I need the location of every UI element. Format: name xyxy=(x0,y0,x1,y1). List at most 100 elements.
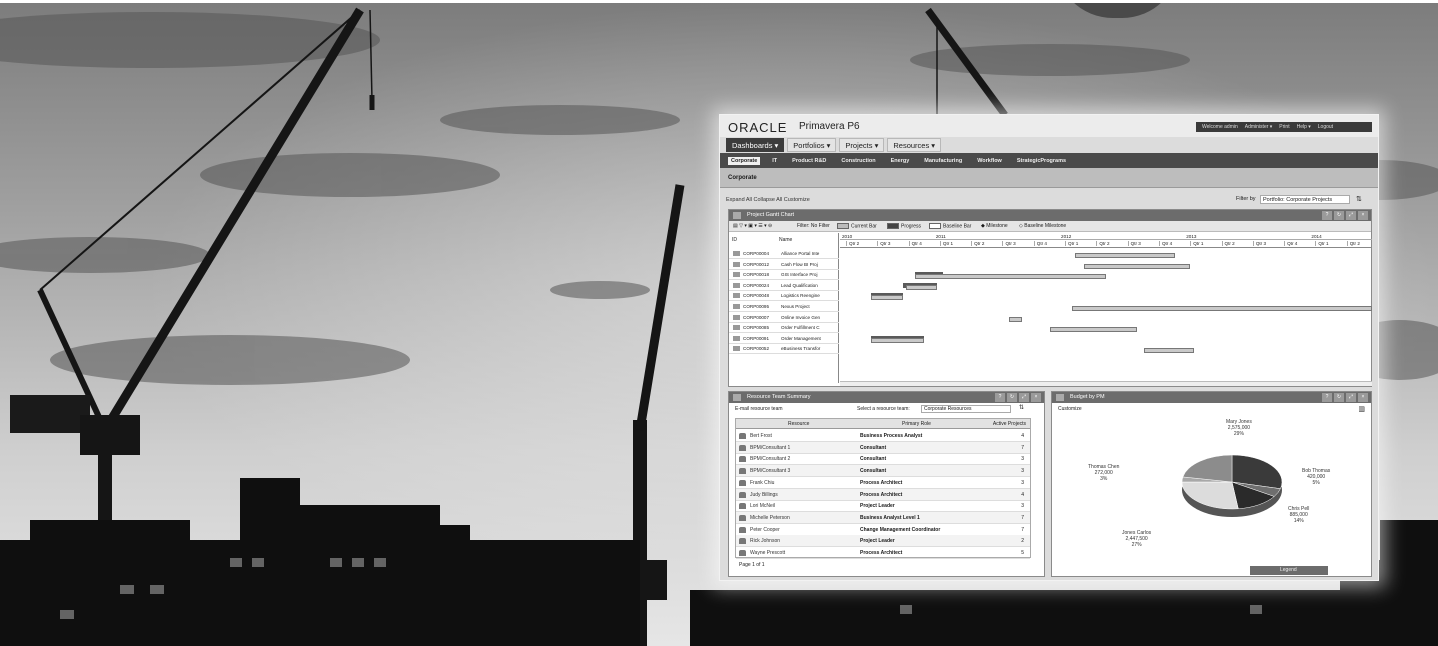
gantt-horizontal-scrollbar[interactable] xyxy=(840,381,1372,386)
refresh-icon[interactable]: ↻ xyxy=(1334,211,1344,220)
gantt-year-scale: 2010 2011 2012 2013 2014 xyxy=(840,233,1372,240)
resource-name[interactable]: Judy Billings xyxy=(750,492,778,498)
resource-name[interactable]: Rick Johnson xyxy=(750,538,780,544)
gantt-row[interactable]: CORP00012 Cash Flow BI Proj xyxy=(729,260,839,270)
portlet-header: Resource Team Summary ? ↻ ⤢ × xyxy=(729,392,1044,403)
chart-tools-icon[interactable]: ▥ xyxy=(1358,405,1365,413)
active-projects-count: 7 xyxy=(1021,444,1024,451)
logout-link[interactable]: Logout xyxy=(1318,124,1333,130)
gantt-row[interactable]: CORP00095 Nexus Project xyxy=(729,302,839,312)
resource-name[interactable]: BPM/Consultant 2 xyxy=(750,456,790,462)
tab-product-rd[interactable]: Product R&D xyxy=(789,157,829,165)
resource-row[interactable]: Lori McNeil Project Leader 3 xyxy=(736,500,1030,513)
resource-name[interactable]: Peter Cooper xyxy=(750,527,780,533)
gantt-row[interactable]: CORP00018 GIS Interface Proj xyxy=(729,270,839,281)
gantt-tool-icons[interactable]: ▤ ▽ ▾ ▣ ▾ ☰ ▾ ⊖ xyxy=(733,223,772,229)
filter-icon[interactable]: ⇅ xyxy=(1356,195,1362,203)
menu-resources[interactable]: Resources ▾ xyxy=(887,138,942,152)
gantt-row[interactable]: CORP00024 Lead Qualification xyxy=(729,281,839,291)
gantt-baseline-bar[interactable] xyxy=(905,284,937,290)
gantt-baseline-bar[interactable] xyxy=(1049,327,1138,333)
tab-it[interactable]: IT xyxy=(769,157,780,165)
resource-row[interactable]: Michelle Peterson Business Analyst Level … xyxy=(736,511,1030,524)
pie-slice-label: Mary Jones 2,575,000 29% xyxy=(1226,419,1252,437)
pie-slice[interactable] xyxy=(1182,454,1233,483)
tab-corporate[interactable]: Corporate xyxy=(728,156,761,165)
column-header-primary-role[interactable]: Primary Role xyxy=(902,421,931,427)
menu-dashboards[interactable]: Dashboards ▾ xyxy=(726,138,785,152)
resource-name[interactable]: Lori McNeil xyxy=(750,503,775,509)
gantt-baseline-bar[interactable] xyxy=(1143,348,1194,354)
gantt-filter[interactable]: Filter: No Filter xyxy=(797,223,830,229)
expand-collapse-links[interactable]: Expand All Collapse All Customize xyxy=(726,197,810,203)
email-resource-team-link[interactable]: E-mail resource team xyxy=(735,406,783,412)
resource-row[interactable]: BPM/Consultant 1 Consultant 7 xyxy=(736,441,1030,454)
resource-row[interactable]: Wayne Prescott Process Architect 5 xyxy=(736,547,1030,559)
legend-current-bar: Current Bar xyxy=(837,223,877,229)
resource-name[interactable]: Michelle Peterson xyxy=(750,515,790,521)
resource-row[interactable]: Judy Billings Process Architect 4 xyxy=(736,488,1030,501)
resource-team-select[interactable]: Corporate Resources xyxy=(921,405,1011,413)
tab-workflow[interactable]: Workflow xyxy=(974,157,1005,165)
column-header-id[interactable]: ID xyxy=(732,237,737,243)
menu-projects[interactable]: Projects ▾ xyxy=(839,138,885,152)
resource-row[interactable]: Peter Cooper Change Management Coordinato… xyxy=(736,524,1030,536)
gantt-baseline-bar[interactable] xyxy=(915,274,1106,280)
project-icon xyxy=(733,335,740,341)
user-bar: Welcome admin Administer ▾ Print Help ▾ … xyxy=(1196,122,1372,132)
gantt-row[interactable]: CORP00004 Alliance Portal Inte xyxy=(729,249,839,259)
resource-name[interactable]: Bert Frost xyxy=(750,433,772,439)
close-icon[interactable]: × xyxy=(1358,393,1368,402)
resource-row[interactable]: BPM/Consultant 3 Consultant 3 xyxy=(736,465,1030,478)
column-header-name[interactable]: Name xyxy=(779,237,792,243)
help-icon[interactable]: ? xyxy=(995,393,1005,402)
close-icon[interactable]: × xyxy=(1031,393,1041,402)
resource-row[interactable]: Bert Frost Business Process Analyst 4 xyxy=(736,430,1030,442)
portfolio-filter-select[interactable]: Portfolio: Corporate Projects xyxy=(1260,195,1350,204)
primary-role: Business Analyst Level 1 xyxy=(860,514,920,521)
print-link[interactable]: Print xyxy=(1279,124,1289,130)
tab-construction[interactable]: Construction xyxy=(838,157,878,165)
gantt-baseline-bar[interactable] xyxy=(871,337,925,343)
gantt-baseline-bar[interactable] xyxy=(1084,263,1191,269)
resource-name[interactable]: BPM/Consultant 1 xyxy=(750,445,790,451)
tab-manufacturing[interactable]: Manufacturing xyxy=(921,157,965,165)
administer-menu[interactable]: Administer ▾ xyxy=(1245,124,1273,130)
resource-name[interactable]: Frank Chiu xyxy=(750,480,774,486)
maximize-icon[interactable]: ⤢ xyxy=(1019,393,1029,402)
menu-portfolios[interactable]: Portfolios ▾ xyxy=(787,138,837,152)
resource-name[interactable]: BPM/Consultant 3 xyxy=(750,468,790,474)
gantt-row[interactable]: CORP00048 Logistics Reengine xyxy=(729,291,839,302)
resource-name[interactable]: Wayne Prescott xyxy=(750,550,785,556)
product-name: Primavera P6 xyxy=(799,121,860,132)
gantt-baseline-bar[interactable] xyxy=(1071,306,1372,311)
person-icon xyxy=(739,479,746,486)
column-header-resource[interactable]: Resource xyxy=(788,421,809,427)
tab-energy[interactable]: Energy xyxy=(888,157,913,165)
gantt-row[interactable]: CORP00085 Order Fulfillment C xyxy=(729,323,839,334)
gantt-baseline-bar[interactable] xyxy=(871,295,903,301)
help-icon[interactable]: ? xyxy=(1322,393,1332,402)
help-menu[interactable]: Help ▾ xyxy=(1297,124,1311,130)
maximize-icon[interactable]: ⤢ xyxy=(1346,393,1356,402)
close-icon[interactable]: × xyxy=(1358,211,1368,220)
column-header-active-projects[interactable]: Active Projects xyxy=(993,421,1026,427)
refresh-icon[interactable]: ↻ xyxy=(1007,393,1017,402)
gantt-row[interactable]: CORP00007 Online Invoice Gen xyxy=(729,313,839,323)
gantt-row[interactable]: CORP00091 Order Management xyxy=(729,334,839,344)
legend-button[interactable]: Legend xyxy=(1250,566,1328,575)
help-icon[interactable]: ? xyxy=(1322,211,1332,220)
oracle-logo: ORACLE xyxy=(728,120,788,135)
resource-row[interactable]: Frank Chiu Process Architect 3 xyxy=(736,477,1030,489)
gantt-baseline-bar[interactable] xyxy=(1008,316,1022,322)
sort-icon[interactable]: ⇅ xyxy=(1019,404,1024,411)
resource-row[interactable]: Rick Johnson Project Leader 2 xyxy=(736,535,1030,548)
maximize-icon[interactable]: ⤢ xyxy=(1346,211,1356,220)
tab-strategic-programs[interactable]: StrategicPrograms xyxy=(1014,157,1069,165)
customize-link[interactable]: Customize xyxy=(1058,406,1082,412)
resource-row[interactable]: BPM/Consultant 2 Consultant 3 xyxy=(736,453,1030,466)
gantt-row[interactable]: CORP00052 eBusiness Transfor xyxy=(729,344,839,355)
gantt-baseline-bar[interactable] xyxy=(1074,253,1175,258)
refresh-icon[interactable]: ↻ xyxy=(1334,393,1344,402)
person-icon xyxy=(739,514,746,521)
